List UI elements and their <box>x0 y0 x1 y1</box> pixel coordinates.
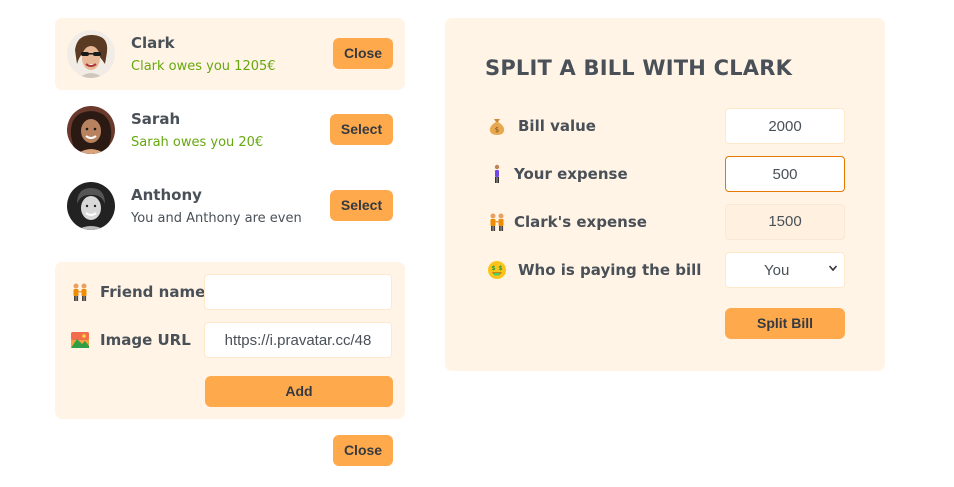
friend-name-input[interactable] <box>204 274 392 310</box>
picture-icon <box>71 332 89 348</box>
friend-item-clark: Clark Clark owes you 1205€ Close <box>55 18 405 90</box>
avatar <box>67 182 115 230</box>
svg-text:$: $ <box>491 265 495 272</box>
friend-name-label: Friend name <box>100 283 206 301</box>
payer-row: $ $ Who is paying the bill You <box>485 252 845 288</box>
avatar <box>67 106 115 154</box>
your-expense-label: Your expense <box>514 165 628 183</box>
bill-value-label: Bill value <box>518 117 596 135</box>
payer-select[interactable]: You <box>725 252 845 288</box>
svg-text:$: $ <box>498 265 502 272</box>
svg-text:$: $ <box>495 126 499 134</box>
people-holding-hands-icon <box>73 283 87 301</box>
friend-balance-status: Sarah owes you 20€ <box>131 135 264 150</box>
friend-item-sarah: Sarah Sarah owes you 20€ Select <box>55 94 405 166</box>
friends-list: Clark Clark owes you 1205€ Close Sarah S… <box>55 18 405 246</box>
bill-value-input[interactable] <box>725 108 845 144</box>
image-url-input[interactable] <box>204 322 392 358</box>
select-friend-button[interactable]: Select <box>330 190 393 221</box>
your-expense-input[interactable] <box>725 156 845 192</box>
friend-expense-field: 1500 <box>725 204 845 240</box>
friend-balance-status: Clark owes you 1205€ <box>131 59 276 74</box>
money-mouth-face-icon: $ $ <box>488 261 506 279</box>
add-friend-button[interactable]: Add <box>205 376 393 407</box>
friend-name-row: Friend name <box>70 274 392 310</box>
image-url-label: Image URL <box>100 331 191 349</box>
friend-name: Sarah <box>131 110 181 128</box>
friend-item-anthony: Anthony You and Anthony are even Select <box>55 170 405 242</box>
avatar <box>67 30 115 78</box>
select-friend-button[interactable]: Select <box>330 114 393 145</box>
friend-expense-label: Clark's expense <box>514 213 647 231</box>
friend-expense-row: Clark's expense 1500 <box>485 204 845 240</box>
person-standing-icon <box>494 164 500 183</box>
add-friend-form: Friend name Image URL Add <box>55 262 405 419</box>
payer-label: Who is paying the bill <box>518 261 702 279</box>
split-bill-title: SPLIT A BILL WITH CLARK <box>485 56 793 80</box>
friend-name: Anthony <box>131 186 202 204</box>
money-bag-icon: $ <box>489 119 505 135</box>
image-url-row: Image URL <box>70 322 392 358</box>
your-expense-row: Your expense <box>485 156 845 192</box>
people-holding-hands-icon <box>490 213 504 231</box>
split-bill-form: SPLIT A BILL WITH CLARK $ Bill value You… <box>445 18 885 371</box>
friend-balance-status: You and Anthony are even <box>131 211 302 226</box>
split-bill-button[interactable]: Split Bill <box>725 308 845 339</box>
close-friend-button[interactable]: Close <box>333 38 393 69</box>
close-form-button[interactable]: Close <box>333 435 393 466</box>
bill-value-row: $ Bill value <box>485 108 845 144</box>
friend-name: Clark <box>131 34 175 52</box>
